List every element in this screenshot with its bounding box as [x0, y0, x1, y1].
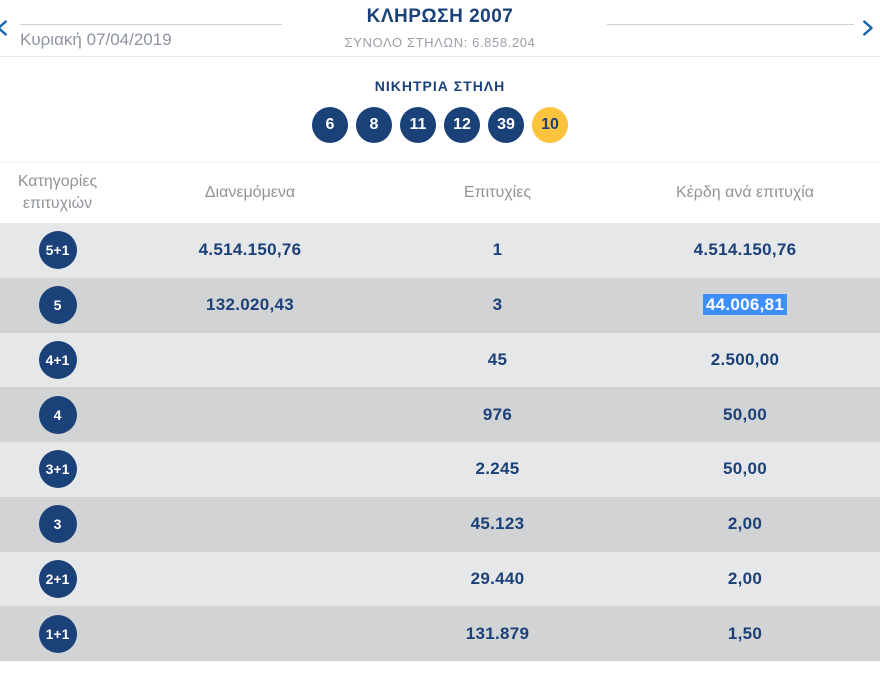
- draw-navigation-bar: Κυριακή 07/04/2019 ΚΛΗΡΩΣΗ 2007 ΣΥΝΟΛΟ Σ…: [0, 0, 880, 57]
- winners-value: 3: [492, 295, 503, 315]
- category-badge: 1+1: [38, 614, 77, 653]
- distributed-value: 4.514.150,76: [198, 240, 302, 260]
- winners-value: 1: [492, 240, 503, 260]
- winning-number-ball: 12: [444, 107, 480, 143]
- prize-value: 50,00: [722, 404, 768, 424]
- category-badge: 4+1: [38, 340, 77, 379]
- prize-value-selected: 44.006,81: [702, 294, 788, 316]
- table-row: 3 45.123 2,00: [0, 496, 880, 552]
- prize-value: 2,00: [727, 514, 763, 534]
- column-header-distributed: Διανεμόμενα: [204, 184, 296, 202]
- distributed-value: 132.020,43: [205, 295, 295, 315]
- winning-numbers: 6 8 11 12 39 10: [0, 107, 880, 143]
- winning-number-ball: 6: [312, 107, 348, 143]
- prize-table-body: 5+1 4.514.150,76 1 4.514.150,76 5 132.02…: [0, 223, 880, 661]
- column-header-categories: Κατηγορίες επιτυχιών: [17, 173, 98, 212]
- column-header-winners: Επιτυχίες: [463, 184, 532, 202]
- prize-value: 50,00: [722, 459, 768, 479]
- winners-value: 29.440: [470, 568, 525, 588]
- category-badge: 3: [38, 505, 77, 544]
- category-badge: 5+1: [38, 231, 77, 270]
- prize-table: Κατηγορίες επιτυχιών Διανεμόμενα Επιτυχί…: [0, 162, 880, 661]
- prize-table-header: Κατηγορίες επιτυχιών Διανεμόμενα Επιτυχί…: [0, 162, 880, 223]
- total-columns-label: ΣΥΝΟΛΟ ΣΤΗΛΩΝ: 6.858.204: [344, 35, 536, 50]
- winners-value: 45.123: [470, 514, 525, 534]
- category-badge: 3+1: [38, 450, 77, 489]
- table-row: 5 132.020,43 3 44.006,81: [0, 277, 880, 333]
- prize-value: 4.514.150,76: [693, 240, 797, 260]
- category-badge: 4: [38, 395, 77, 434]
- prize-value: 2.500,00: [710, 349, 780, 369]
- winners-value: 131.879: [465, 623, 530, 643]
- winning-number-ball: 8: [356, 107, 392, 143]
- winning-column-section: ΝΙΚΗΤΡΙΑ ΣΤΗΛΗ 6 8 11 12 39 10: [0, 57, 880, 143]
- chevron-right-icon: [856, 20, 878, 43]
- table-row: 2+1 29.440 2,00: [0, 551, 880, 607]
- category-badge: 2+1: [38, 559, 77, 598]
- draw-header: ΚΛΗΡΩΣΗ 2007 ΣΥΝΟΛΟ ΣΤΗΛΩΝ: 6.858.204: [0, 6, 880, 50]
- table-row: 4 976 50,00: [0, 387, 880, 442]
- table-row: 1+1 131.879 1,50: [0, 606, 880, 661]
- winning-number-ball: 39: [488, 107, 524, 143]
- table-row: 5+1 4.514.150,76 1 4.514.150,76: [0, 223, 880, 278]
- winners-value: 976: [482, 404, 513, 424]
- next-draw-button[interactable]: [856, 17, 878, 39]
- prize-value: 1,50: [727, 623, 763, 643]
- joker-number-ball: 10: [532, 107, 568, 143]
- winning-column-title: ΝΙΚΗΤΡΙΑ ΣΤΗΛΗ: [374, 78, 506, 94]
- winning-number-ball: 11: [400, 107, 436, 143]
- category-badge: 5: [38, 286, 77, 325]
- prize-value: 2,00: [727, 568, 763, 588]
- winners-value: 2.245: [475, 459, 520, 479]
- table-row: 3+1 2.245 50,00: [0, 442, 880, 497]
- next-underline: [607, 24, 854, 25]
- table-row: 4+1 45 2.500,00: [0, 332, 880, 388]
- winners-value: 45: [487, 349, 508, 369]
- column-header-prize: Κέρδη ανά επιτυχία: [675, 184, 815, 202]
